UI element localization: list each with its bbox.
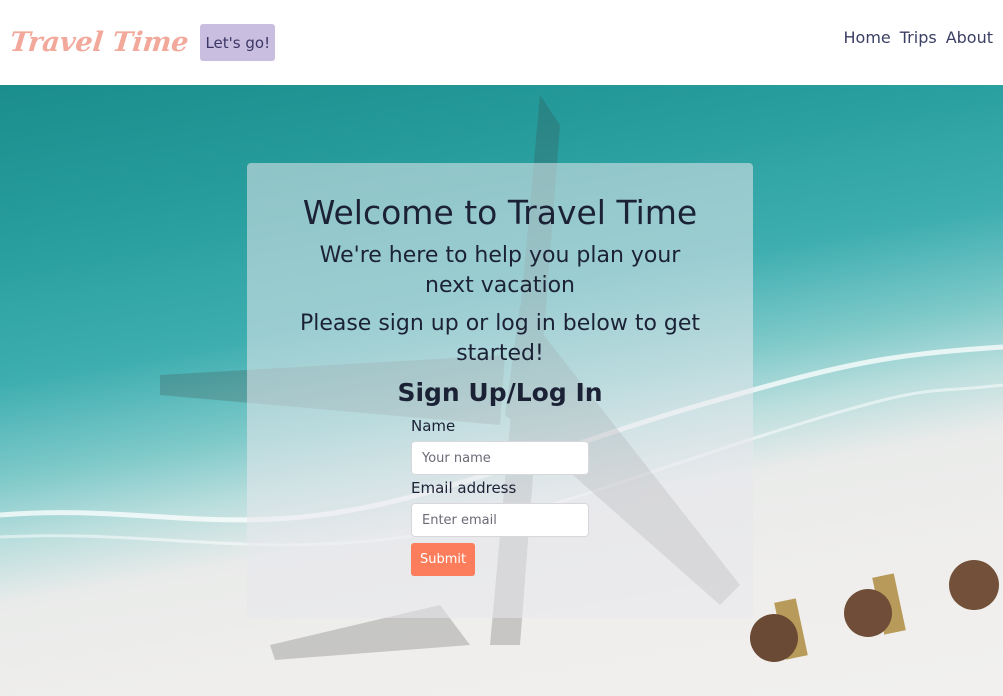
welcome-subtitle-1: We're here to help you plan your next va… [319, 243, 681, 298]
beach-umbrella-icon [949, 560, 999, 610]
signup-form: Name Email address Submit [411, 417, 589, 576]
name-label: Name [411, 417, 456, 435]
form-title: Sign Up/Log In [397, 378, 603, 407]
nav-link-trips[interactable]: Trips [900, 28, 937, 47]
brand-group: Travel Time Let's go! [8, 24, 276, 61]
welcome-subtitle-2: Please sign up or log in below to get st… [299, 311, 701, 366]
beach-umbrella-icon [750, 598, 808, 662]
welcome-card-content: Welcome to Travel Time We're here to hel… [247, 163, 753, 576]
email-label: Email address [411, 479, 517, 497]
beach-umbrella-icon [844, 573, 906, 637]
brand-logo[interactable]: Travel Time [8, 27, 190, 58]
email-input[interactable] [411, 503, 589, 537]
lets-go-button[interactable]: Let's go! [200, 24, 276, 61]
name-input[interactable] [411, 441, 589, 475]
navbar: Travel Time Let's go! Home Trips About [0, 0, 1003, 85]
nav-link-about[interactable]: About [946, 28, 993, 47]
nav-link-home[interactable]: Home [844, 28, 891, 47]
welcome-card: Welcome to Travel Time We're here to hel… [247, 163, 753, 618]
nav-links: Home Trips About [844, 28, 994, 47]
submit-button[interactable]: Submit [411, 543, 476, 576]
page-title: Welcome to Travel Time [302, 193, 698, 232]
